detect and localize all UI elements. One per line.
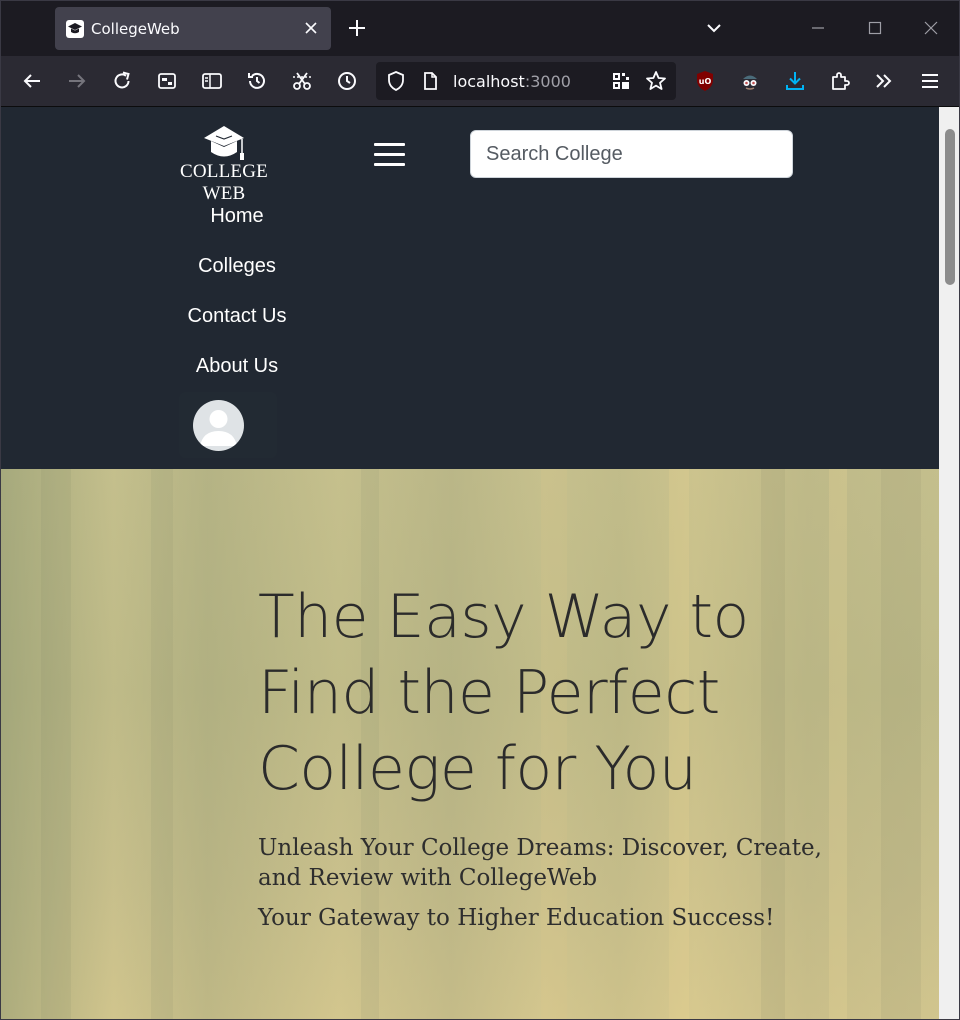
close-tab-icon[interactable] xyxy=(301,18,321,38)
overflow-chevrons-icon[interactable] xyxy=(872,69,896,93)
hero-background-stripe xyxy=(41,469,71,1019)
tab-strip: CollegeWeb xyxy=(1,1,959,56)
url-bar[interactable]: localhost:3000 xyxy=(376,62,676,100)
forward-icon[interactable] xyxy=(65,69,89,93)
tab-title: CollegeWeb xyxy=(91,20,180,38)
tab-collegeweb[interactable]: CollegeWeb xyxy=(55,7,331,50)
avatar-icon xyxy=(193,400,244,451)
logo-text: COLLEGE WEB xyxy=(180,161,268,204)
ublock-origin-icon[interactable]: uO xyxy=(693,69,717,93)
hero-background-stripe xyxy=(151,469,173,1019)
url-port: :3000 xyxy=(524,72,571,91)
qr-code-icon[interactable] xyxy=(609,69,633,93)
graduation-cap-logo-icon xyxy=(204,126,244,160)
close-window-icon[interactable] xyxy=(918,15,944,41)
graduation-cap-icon xyxy=(65,19,85,39)
user-profile-button[interactable] xyxy=(179,392,277,458)
scrollbar-thumb[interactable] xyxy=(945,129,955,285)
sidebar-icon[interactable] xyxy=(200,69,224,93)
new-tab-icon[interactable] xyxy=(345,16,369,40)
history-icon[interactable] xyxy=(245,69,269,93)
pocket-screenshot-icon[interactable] xyxy=(155,69,179,93)
hero-title: The Easy Way to Find the Perfect College… xyxy=(258,582,749,804)
minimize-icon[interactable] xyxy=(805,15,831,41)
maximize-icon[interactable] xyxy=(862,15,888,41)
back-icon[interactable] xyxy=(20,69,44,93)
hero-section: The Easy Way to Find the Perfect College… xyxy=(1,469,939,1019)
page-viewport: COLLEGE WEB Home Colleges Contact Us Abo… xyxy=(1,107,939,1019)
nav-link-home[interactable]: Home xyxy=(137,205,337,228)
clock-icon[interactable] xyxy=(335,69,359,93)
hero-background-stripe xyxy=(829,469,847,1019)
spy-extension-icon[interactable] xyxy=(738,69,762,93)
url-text: localhost:3000 xyxy=(453,72,571,91)
page-scrollbar[interactable] xyxy=(939,107,959,1019)
nav-link-colleges[interactable]: Colleges xyxy=(137,255,337,278)
page-info-icon[interactable] xyxy=(418,69,442,93)
hero-background-stripe xyxy=(881,469,921,1019)
nav-link-contact-us[interactable]: Contact Us xyxy=(137,305,337,328)
site-logo[interactable]: COLLEGE WEB xyxy=(159,121,289,204)
hero-tagline: Your Gateway to Higher Education Success… xyxy=(258,905,775,931)
search-college-input[interactable] xyxy=(470,130,793,178)
svg-text:uO: uO xyxy=(699,77,712,86)
reload-icon[interactable] xyxy=(110,69,134,93)
hero-subtitle: Unleash Your College Dreams: Discover, C… xyxy=(258,835,822,891)
screenshot-scissors-icon[interactable] xyxy=(290,69,314,93)
site-header: COLLEGE WEB Home Colleges Contact Us Abo… xyxy=(1,107,939,469)
nav-link-about-us[interactable]: About Us xyxy=(137,355,337,378)
list-all-tabs-icon[interactable] xyxy=(701,15,727,41)
hamburger-menu-icon[interactable] xyxy=(372,140,408,170)
extensions-puzzle-icon[interactable] xyxy=(828,69,852,93)
navigation-toolbar: localhost:3000 uO xyxy=(1,56,959,107)
shield-icon[interactable] xyxy=(384,69,408,93)
browser-window: CollegeWeb localhost:3000 uO COLLEGE WEB… xyxy=(0,0,960,1020)
app-menu-icon[interactable] xyxy=(918,69,942,93)
downloads-icon[interactable] xyxy=(783,69,807,93)
url-host: localhost xyxy=(453,72,525,91)
bookmark-star-icon[interactable] xyxy=(644,69,668,93)
